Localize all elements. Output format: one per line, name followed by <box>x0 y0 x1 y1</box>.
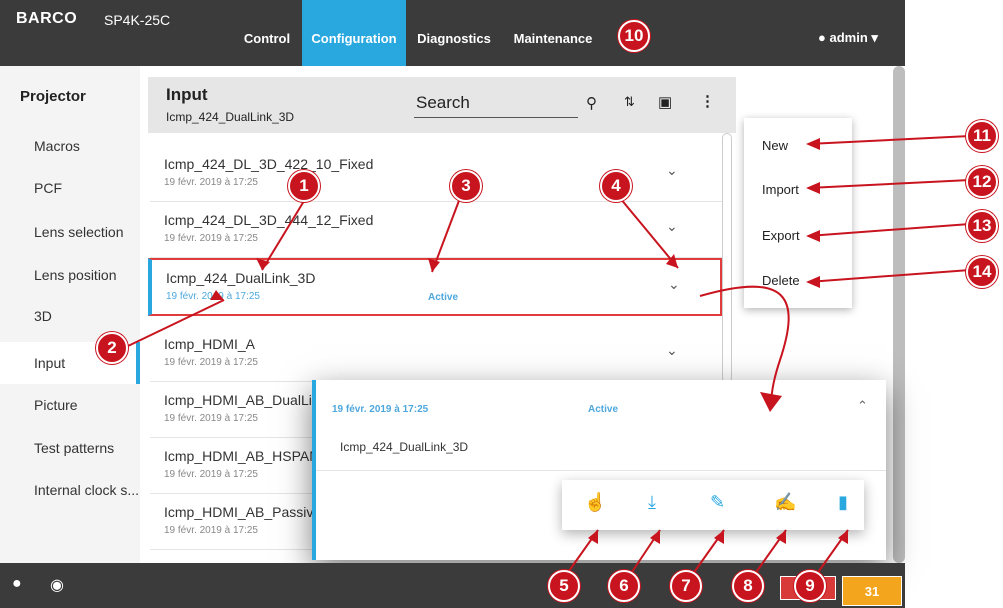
callout-badge: 9 <box>794 570 826 602</box>
annotation-arrows <box>127 135 971 579</box>
callout-badge: 14 <box>966 256 998 288</box>
callout-badge: 7 <box>670 570 702 602</box>
callout-badge: 2 <box>96 332 128 364</box>
callout-badge: 5 <box>548 570 580 602</box>
callout-badge: 10 <box>618 20 650 52</box>
callout-badge: 1 <box>288 170 320 202</box>
callout-badge: 4 <box>600 170 632 202</box>
callout-badge: 3 <box>450 170 482 202</box>
callout-badge: 11 <box>966 120 998 152</box>
screenshot: BARCO SP4K-25C Control Configuration Dia… <box>0 0 1003 608</box>
callout-badge: 13 <box>966 210 998 242</box>
callout-badge: 8 <box>732 570 764 602</box>
callout-badge: 6 <box>608 570 640 602</box>
callout-badge: 12 <box>966 166 998 198</box>
